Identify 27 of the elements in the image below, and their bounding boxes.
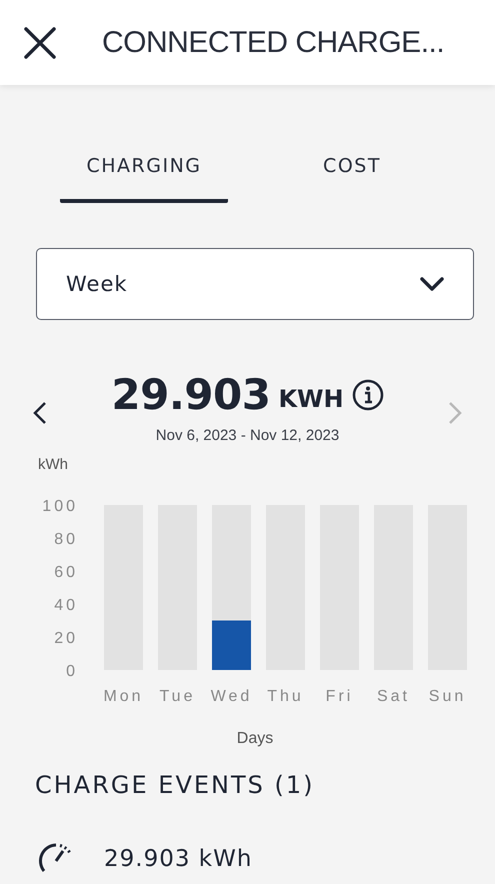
x-tick-label: Tue [160, 688, 196, 705]
x-tick-label: Sat [377, 688, 410, 705]
x-tick-label: Wed [210, 688, 252, 705]
tab[interactable]: COST [268, 155, 436, 203]
close-icon[interactable] [23, 26, 57, 60]
energy-unit: KWH [278, 384, 344, 412]
total-energy: 29.903 [111, 370, 270, 419]
x-tick-label: Mon [103, 688, 144, 705]
screen-title: CONNECTED CHARGE... [102, 26, 444, 60]
x-tick-label: Sun [428, 688, 466, 705]
x-axis-label: Days [236, 730, 274, 747]
y-tick-label: 20 [54, 630, 78, 647]
y-tick-label: 40 [54, 597, 78, 614]
chevron-down-icon [419, 276, 445, 292]
date-range: Nov 6, 2023 - Nov 12, 2023 [156, 427, 340, 444]
y-tick-label: 100 [42, 498, 78, 515]
y-tick-label: 0 [66, 663, 78, 680]
section-heading: CHARGE EVENTS (1) [35, 771, 316, 799]
period-dropdown[interactable]: Week [36, 248, 474, 320]
x-tick-label: Fri [326, 688, 354, 705]
x-tick-label: Thu [267, 688, 304, 705]
info-icon[interactable] [352, 378, 384, 410]
y-tick-label: 60 [54, 564, 78, 581]
y-tick-label: 80 [54, 531, 78, 548]
tab[interactable]: CHARGING [60, 155, 228, 203]
event-energy: 29.903 kWh [104, 846, 252, 872]
y-axis-label: kWh [38, 456, 68, 473]
